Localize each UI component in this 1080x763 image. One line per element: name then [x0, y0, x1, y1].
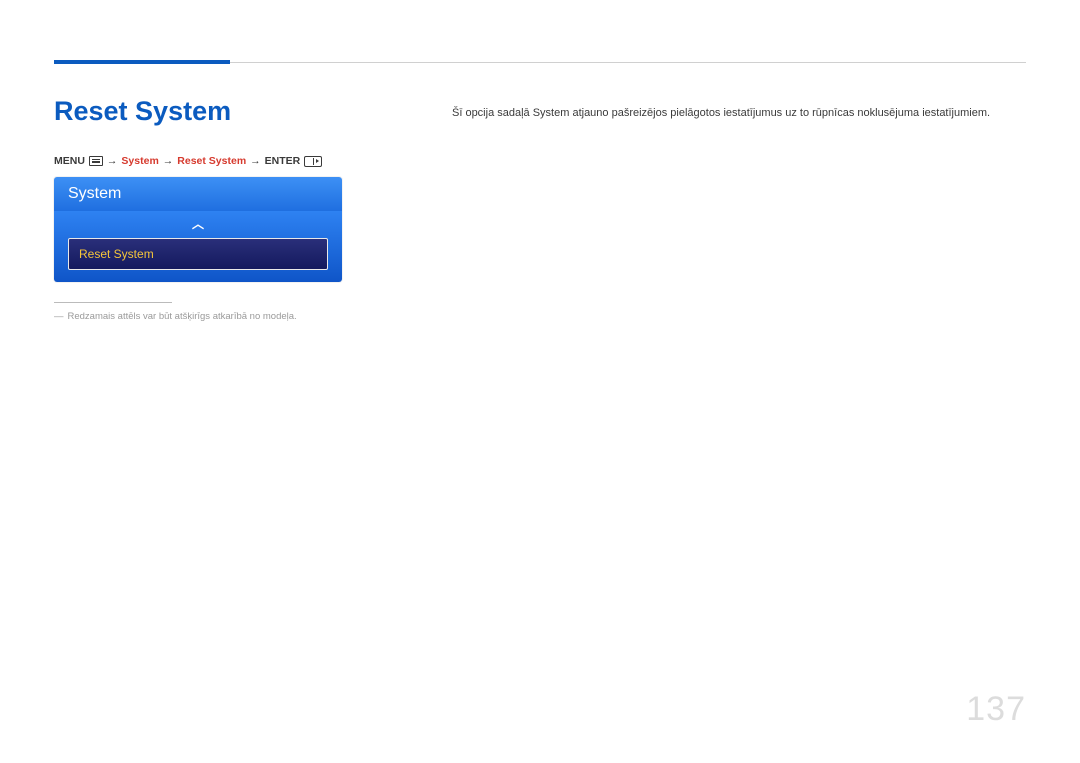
osd-body: ︿ Reset System	[54, 211, 342, 282]
page-number: 137	[966, 690, 1026, 729]
header-rule	[230, 62, 1026, 63]
arrow-icon: →	[250, 155, 261, 167]
description-text: Šī opcija sadaļā System atjauno pašreizē…	[452, 106, 1026, 121]
manual-page: Reset System MENU → System → Reset Syste…	[0, 0, 1080, 763]
osd-item-reset-system[interactable]: Reset System	[68, 238, 328, 270]
right-column: Šī opcija sadaļā System atjauno pašreizē…	[452, 106, 1026, 121]
page-title: Reset System	[54, 96, 414, 127]
footnote-rule	[54, 302, 172, 303]
footnote-block: ― Redzamais attēls var būt atšķirīgs atka…	[54, 302, 414, 322]
osd-panel: System ︿ Reset System	[54, 177, 342, 282]
menu-path: MENU → System → Reset System → ENTER	[54, 155, 414, 167]
path-segment-system: System	[121, 155, 158, 167]
chevron-up-icon[interactable]: ︿	[68, 211, 328, 238]
footnote-dash: ―	[54, 311, 64, 322]
footnote-text: ― Redzamais attēls var būt atšķirīgs atka…	[54, 311, 414, 322]
arrow-icon: →	[163, 155, 174, 167]
menu-icon	[89, 156, 103, 166]
header-accent-bar	[54, 60, 230, 64]
arrow-icon: →	[107, 155, 118, 167]
path-segment-reset-system: Reset System	[177, 155, 246, 167]
footnote-content: Redzamais attēls var būt atšķirīgs atkar…	[68, 311, 297, 322]
left-column: Reset System MENU → System → Reset Syste…	[54, 96, 414, 322]
menu-label: MENU	[54, 155, 85, 167]
enter-icon	[304, 156, 322, 167]
osd-header: System	[54, 177, 342, 211]
enter-label: ENTER	[265, 155, 301, 167]
